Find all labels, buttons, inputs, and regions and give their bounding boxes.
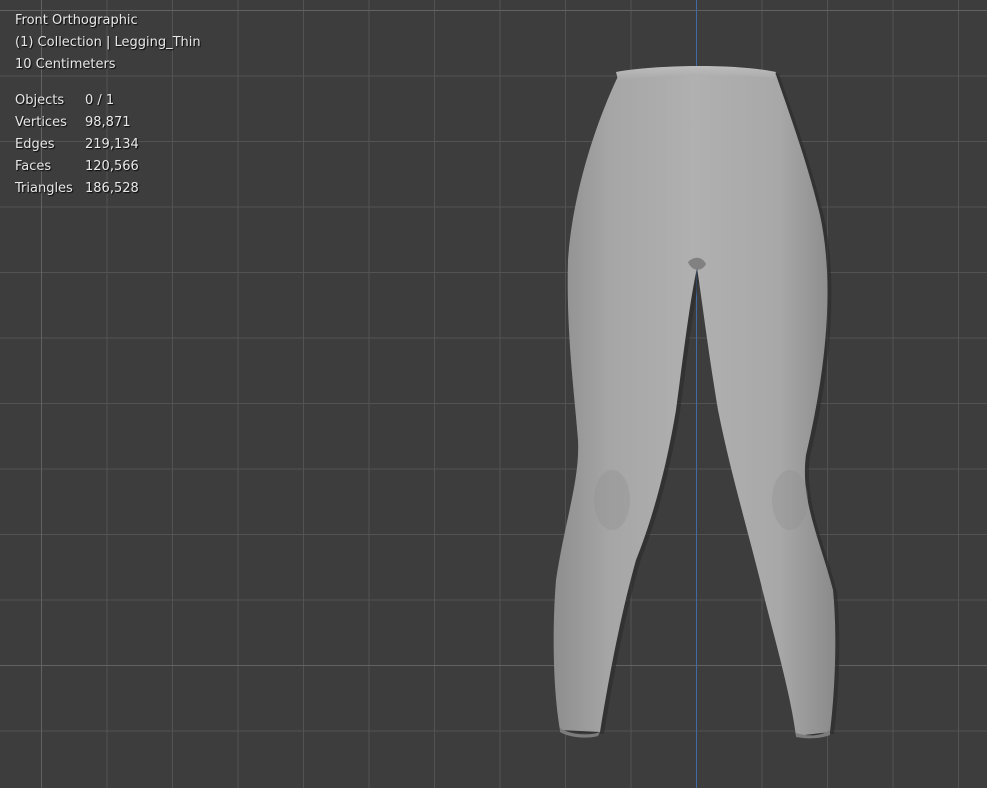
left-knee-shade — [594, 470, 630, 530]
stat-label: Objects — [15, 93, 65, 108]
stat-row-objects: Objects 0 / 1 — [15, 90, 201, 112]
legging-body — [553, 67, 836, 736]
stat-row-vertices: Vertices 98,871 — [15, 112, 201, 134]
stat-value: 0 / 1 — [85, 93, 115, 108]
stat-label: Vertices — [15, 115, 67, 130]
stat-row-triangles: Triangles 186,528 — [15, 178, 201, 200]
stat-label: Faces — [15, 159, 52, 174]
collection-info: (1) Collection | Legging_Thin — [15, 35, 201, 50]
scene-statistics: Objects 0 / 1 Vertices 98,871 Edges 219,… — [15, 90, 201, 200]
viewport-text-overlay: Front Orthographic (1) Collection | Legg… — [15, 10, 201, 200]
stat-row-edges: Edges 219,134 — [15, 134, 201, 156]
stat-value: 186,528 — [85, 181, 139, 196]
grid-scale: 10 Centimeters — [15, 57, 116, 72]
right-knee-shade — [772, 470, 808, 530]
stat-label: Triangles — [15, 181, 73, 196]
3d-viewport[interactable]: Front Orthographic (1) Collection | Legg… — [0, 0, 987, 788]
stat-value: 219,134 — [85, 137, 139, 152]
stat-value: 98,871 — [85, 115, 131, 130]
stat-label: Edges — [15, 137, 55, 152]
stat-value: 120,566 — [85, 159, 139, 174]
view-name: Front Orthographic — [15, 13, 138, 28]
stat-row-faces: Faces 120,566 — [15, 156, 201, 178]
